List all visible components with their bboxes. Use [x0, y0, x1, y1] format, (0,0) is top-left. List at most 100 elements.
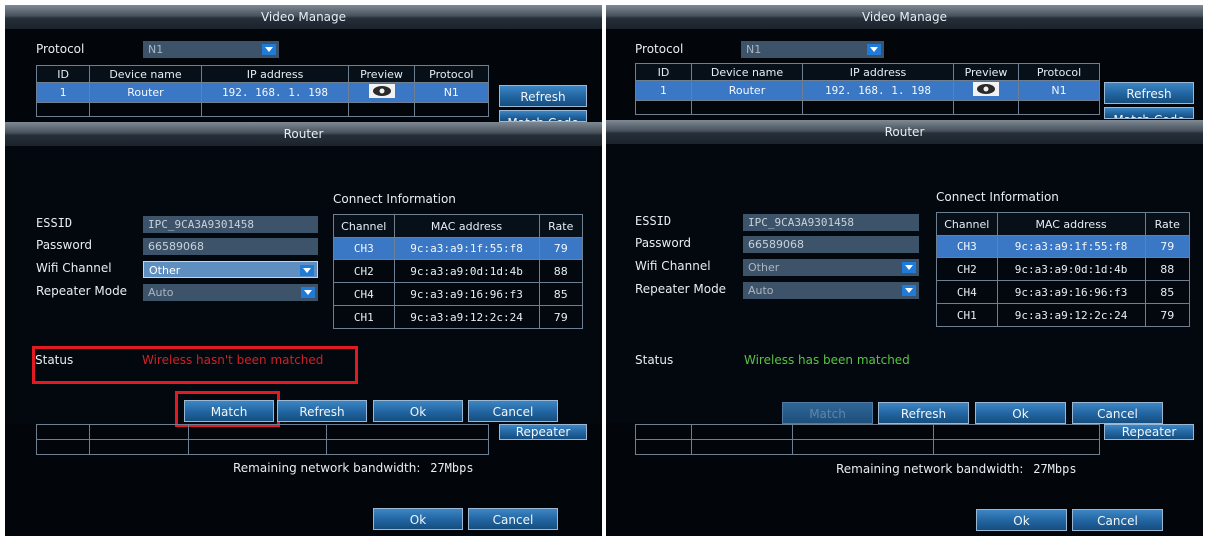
refresh-button[interactable]: Refresh [277, 400, 367, 422]
row-id: 1 [35, 82, 91, 103]
row-device-name: Router [691, 80, 803, 101]
channel-row[interactable]: CH4 9c:a3:a9:16:96:f3 85 [936, 280, 1191, 304]
bandwidth-label: Remaining network bandwidth: 27Mbps [233, 461, 474, 475]
cancel-button[interactable]: Cancel [1072, 402, 1163, 424]
mac-cell: 9c:a3:a9:16:96:f3 [393, 282, 540, 306]
essid-field[interactable]: IPC_9CA3A9301458 [743, 214, 919, 231]
video-manage-title: Video Manage [606, 5, 1203, 29]
repeater-mode-dropdown[interactable]: Auto [743, 282, 919, 299]
refresh-button[interactable]: Refresh [878, 402, 969, 424]
refresh-button[interactable]: Refresh [1104, 82, 1194, 104]
channel-row[interactable]: CH2 9c:a3:a9:0d:1d:4b 88 [936, 257, 1191, 281]
rate-cell: 79 [1144, 303, 1191, 327]
wifi-channel-label: Wifi Channel [36, 261, 112, 275]
protocol-label: Protocol [36, 42, 85, 56]
cancel-button[interactable]: Cancel [468, 508, 558, 530]
rate-cell: 79 [538, 237, 584, 260]
chevron-down-icon [867, 44, 881, 55]
col-id: ID [35, 65, 91, 83]
repeater-mode-value: Auto [748, 284, 774, 297]
repeater-mode-value: Auto [148, 286, 174, 299]
chevron-down-icon [902, 262, 916, 273]
ok-button[interactable]: Ok [975, 402, 1066, 424]
rate-cell: 88 [538, 259, 584, 283]
password-label: Password [635, 236, 692, 250]
col-rate: Rate [538, 214, 584, 238]
channel-cell: CH4 [936, 280, 998, 304]
channel-cell: CH2 [333, 259, 395, 283]
ok-button[interactable]: Ok [976, 509, 1067, 531]
eye-icon [973, 82, 999, 96]
channel-cell: CH1 [936, 303, 998, 327]
device-table: ID Device name IP address Preview Protoc… [35, 65, 490, 117]
ok-button[interactable]: Ok [373, 508, 463, 530]
rate-cell: 88 [1144, 257, 1191, 281]
rate-cell: 85 [1144, 280, 1191, 304]
password-field[interactable]: 66589068 [743, 236, 919, 253]
mac-cell: 9c:a3:a9:1f:55:f8 [996, 235, 1146, 258]
video-manage-title: Video Manage [5, 5, 602, 29]
channel-row[interactable]: CH1 9c:a3:a9:12:2c:24 79 [936, 303, 1191, 327]
router-title: Router [5, 122, 602, 146]
mac-cell: 9c:a3:a9:0d:1d:4b [996, 257, 1146, 281]
mac-cell: 9c:a3:a9:0d:1d:4b [393, 259, 540, 283]
status-text: Wireless has been matched [744, 353, 910, 367]
match-code-button[interactable]: Match Code [1104, 107, 1194, 119]
chevron-down-icon [300, 265, 314, 276]
protocol-dropdown[interactable]: N1 [741, 41, 884, 58]
right-screenshot: Video Manage Protocol N1 ID Device name … [606, 5, 1203, 536]
repeater-button[interactable]: Repeater [1104, 424, 1194, 440]
left-screenshot: Video Manage Protocol N1 ID Device name … [5, 5, 602, 536]
col-protocol: Protocol [413, 65, 490, 83]
match-button[interactable]: Match [782, 402, 873, 424]
channel-table: Channel MAC address Rate CH3 9c:a3:a9:1f… [333, 214, 584, 329]
bandwidth-text: Remaining network bandwidth: [233, 461, 421, 475]
row-id: 1 [635, 80, 692, 101]
channel-row[interactable]: CH3 9c:a3:a9:1f:55:f8 79 [333, 237, 584, 260]
preview-cell[interactable] [953, 80, 1019, 101]
password-label: Password [36, 238, 93, 252]
table-row[interactable]: 1 Router 192. 168. 1. 198 N1 [35, 82, 490, 103]
preview-cell[interactable] [348, 82, 415, 103]
channel-row[interactable]: CH4 9c:a3:a9:16:96:f3 85 [333, 282, 584, 306]
channel-cell: CH2 [936, 257, 998, 281]
channel-cell: CH3 [333, 237, 395, 260]
bottom-grid [635, 424, 1100, 455]
row-protocol: N1 [1018, 80, 1100, 101]
device-table: ID Device name IP address Preview Protoc… [635, 63, 1100, 115]
chevron-down-icon [301, 287, 315, 298]
rate-cell: 79 [1144, 235, 1191, 258]
essid-field[interactable]: IPC_9CA3A9301458 [143, 216, 318, 233]
channel-table: Channel MAC address Rate CH3 9c:a3:a9:1f… [936, 212, 1191, 327]
ok-button[interactable]: Ok [373, 400, 463, 422]
password-field[interactable]: 66589068 [143, 238, 318, 255]
col-channel: Channel [333, 214, 395, 238]
channel-row[interactable]: CH1 9c:a3:a9:12:2c:24 79 [333, 305, 584, 329]
wifi-channel-dropdown[interactable]: Other [143, 261, 318, 278]
channel-row[interactable]: CH3 9c:a3:a9:1f:55:f8 79 [936, 235, 1191, 258]
col-rate: Rate [1144, 212, 1191, 236]
repeater-mode-label: Repeater Mode [36, 284, 128, 298]
channel-row[interactable]: CH2 9c:a3:a9:0d:1d:4b 88 [333, 259, 584, 283]
cancel-button[interactable]: Cancel [468, 400, 558, 422]
repeater-mode-dropdown[interactable]: Auto [143, 284, 318, 301]
table-row[interactable]: 1 Router 192. 168. 1. 198 N1 [635, 80, 1100, 101]
repeater-button[interactable]: Repeater [499, 424, 587, 440]
protocol-dropdown[interactable]: N1 [143, 41, 279, 58]
refresh-button[interactable]: Refresh [499, 85, 587, 107]
mac-cell: 9c:a3:a9:12:2c:24 [996, 303, 1146, 327]
row-protocol: N1 [413, 82, 490, 103]
essid-label: ESSID [635, 214, 672, 228]
repeater-mode-label: Repeater Mode [635, 282, 727, 296]
col-protocol: Protocol [1018, 63, 1100, 81]
match-highlight [175, 391, 280, 427]
row-ip: 192. 168. 1. 198 [200, 82, 350, 103]
chevron-down-icon [902, 285, 916, 296]
connect-info-title: Connect Information [936, 190, 1059, 204]
col-mac: MAC address [393, 214, 540, 238]
match-code-button[interactable]: Match Code [499, 110, 587, 122]
essid-label: ESSID [36, 216, 73, 230]
wifi-channel-value: Other [149, 264, 181, 277]
cancel-button[interactable]: Cancel [1072, 509, 1163, 531]
wifi-channel-dropdown[interactable]: Other [743, 259, 919, 276]
